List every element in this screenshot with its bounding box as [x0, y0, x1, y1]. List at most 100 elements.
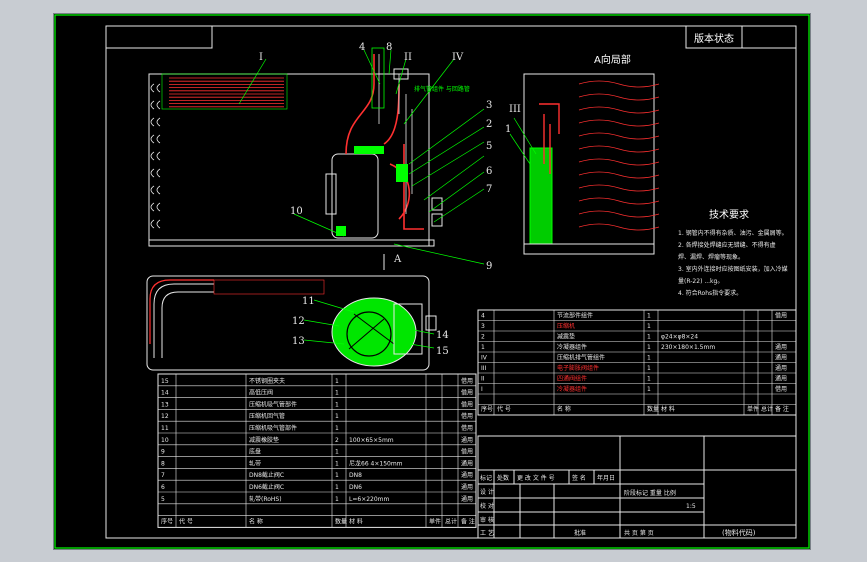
- header-unit_w: 单件: [747, 405, 759, 413]
- header-material: 材 料: [349, 517, 363, 525]
- rev-sign: 签 名: [572, 474, 586, 482]
- role-process: 工 艺: [480, 529, 494, 537]
- bom-lower-row-note: 借用: [461, 377, 473, 385]
- role-review: 审 核: [480, 516, 494, 524]
- bom-lower-row-qty: 1: [335, 390, 339, 397]
- bom-lower-table: 15 不锈钢圈夹夫 1 借用14 高低压阀 1 借用13 压缩机吸气管部件 1 借用12 压缩机回气…: [157, 373, 477, 528]
- bom-upper-row-note: 借用: [775, 385, 787, 393]
- callout-4: 4: [359, 42, 365, 53]
- top-left-box: [105, 25, 213, 49]
- bom-upper-row-name: 电子膨胀阀组件: [557, 364, 599, 372]
- bom-upper-row-name: 四通阀组件: [557, 375, 587, 383]
- bom-lower-row-qty: 1: [335, 413, 339, 420]
- expansion-valve-assembly: [529, 147, 553, 245]
- header-note: 备 注: [461, 517, 475, 525]
- bom-lower-row-note: 通用: [461, 495, 473, 503]
- bom-lower-row-no: 14: [161, 390, 169, 397]
- callout-2: 2: [486, 119, 492, 130]
- rev-mark: 标记: [480, 474, 492, 482]
- callout-I: I: [259, 52, 263, 63]
- bom-lower-row-note: 借用: [461, 448, 473, 456]
- callout-11: 11: [302, 296, 315, 307]
- bom-upper-row-no: II: [481, 376, 485, 383]
- rev-date: 年月日: [597, 474, 615, 482]
- bom-lower-row-name: 底盘: [249, 448, 261, 456]
- bom-lower-row-qty: 1: [335, 425, 339, 432]
- sheet-count: 共 页 第 页: [624, 529, 654, 537]
- bom-upper-row-material: φ24×φ8×24: [661, 334, 698, 341]
- header-material: 材 料: [661, 405, 675, 413]
- bom-upper-row-name: 压缩机排气管组件: [557, 354, 605, 362]
- bom-lower-row-name: 高低压阀: [249, 389, 273, 397]
- bom-lower-row-no: 12: [161, 413, 169, 420]
- compressor-top: [354, 146, 384, 154]
- bom-lower-row-no: 7: [161, 472, 165, 479]
- header-total_w: 总计: [761, 405, 773, 413]
- revision-block: 标记 处数 更 改 文 件 号 签 名 年月日 设 计 校 对 审 核 工 艺 …: [477, 435, 797, 539]
- header-code: 代 号: [497, 405, 511, 413]
- bom-lower-row-qty: 1: [335, 496, 339, 503]
- bom-lower-row-qty: 1: [335, 484, 339, 491]
- callout-12: 12: [292, 316, 305, 327]
- bom-upper-row-name: 冷凝器组件: [557, 343, 587, 351]
- bom-upper-row-no: I: [481, 386, 483, 393]
- bom-lower-row-name: 轧带(RoHS): [249, 495, 282, 503]
- bom-lower-row-no: 5: [161, 496, 165, 503]
- bom-upper-row-no: IV: [481, 355, 488, 362]
- bom-upper-row-qty: 1: [647, 334, 651, 341]
- bom-upper-row-name: 压缩机: [557, 322, 575, 330]
- bom-upper-row-note: 借用: [775, 312, 787, 320]
- bom-upper-row-no: 1: [481, 344, 485, 351]
- bom-lower-row-name: DN8截止阀C: [249, 471, 284, 479]
- drawing-sheet: 版本状态 I 4 8 II IV 3 2 5 6 7 10 9 排气管组件 与回…: [54, 14, 810, 549]
- header-no: 序号: [161, 517, 173, 525]
- bom-lower-row-no: 8: [161, 460, 165, 467]
- callout-15: 15: [436, 346, 449, 357]
- bom-lower-row-material: DN6: [349, 484, 362, 491]
- bom-upper-row-qty: 1: [647, 386, 651, 393]
- bom-upper-row-qty: 1: [647, 344, 651, 351]
- bom-lower-row-qty: 1: [335, 401, 339, 408]
- bom-upper-row-note: 通用: [775, 354, 787, 362]
- role-check: 校 对: [480, 502, 494, 510]
- bom-lower-row-no: 9: [161, 449, 165, 456]
- bom-lower-row-no: 6: [161, 484, 165, 491]
- bom-lower-row-name: 减震橡胶垫: [249, 436, 279, 444]
- tech-req-line-6: 4. 符合Rohs指令要求。: [678, 289, 742, 297]
- bom-upper-row-name: 减震垫: [557, 333, 575, 341]
- bom-lower-row-name: 压缩机吸气管部件: [249, 424, 297, 432]
- bom-lower-row-name: 压缩机回气管: [249, 412, 285, 420]
- bom-lower-row-note: 通用: [461, 459, 473, 467]
- bom-upper-row-note: 通用: [775, 343, 787, 351]
- bom-upper-row-no: 4: [481, 313, 485, 320]
- tech-req-line-5: 量(R-22) ...kg。: [678, 278, 723, 285]
- tech-req-title: 技术要求: [709, 208, 749, 221]
- a-direction-view: A向局部 III 1: [505, 53, 660, 255]
- tech-req-line-4: 3. 室内外连接时应按图纸安装，加入冷媒: [678, 265, 788, 273]
- callout-note: 排气管组件 与回路管: [414, 85, 470, 93]
- bom-lower-row-name: 不锈钢圈夹夫: [249, 377, 285, 385]
- bom-lower-row-name: DN6截止阀C: [249, 483, 284, 491]
- bom-lower-row-qty: 1: [335, 378, 339, 385]
- bom-lower-row-qty: 1: [335, 460, 339, 467]
- header-unit_w: 单件: [429, 517, 441, 525]
- bom-upper-row-note: 通用: [775, 375, 787, 383]
- version-status-label: 版本状态: [694, 32, 734, 45]
- bom-upper-row-qty: 1: [647, 365, 651, 372]
- bom-upper-row-name: 冷凝器组件: [557, 385, 587, 393]
- header-name: 名 称: [557, 405, 571, 413]
- header-name: 名 称: [249, 517, 263, 525]
- bom-lower-row-note: 借用: [461, 400, 473, 408]
- bom-upper-row-qty: 1: [647, 323, 651, 330]
- bom-lower-row-material: DN8: [349, 472, 362, 479]
- header-total_w: 总计: [445, 517, 457, 525]
- bom-lower-row-note: 借用: [461, 412, 473, 420]
- bom-upper-row-no: 3: [481, 323, 485, 330]
- rev-doc-no: 更 改 文 件 号: [517, 474, 555, 482]
- callout-6: 6: [486, 166, 492, 177]
- role-approve: 批准: [574, 529, 586, 537]
- callout-8: 8: [386, 42, 392, 53]
- bom-lower-row-note: 借用: [461, 424, 473, 432]
- bom-lower-row-note: 通用: [461, 483, 473, 491]
- bom-lower-row-qty: 1: [335, 449, 339, 456]
